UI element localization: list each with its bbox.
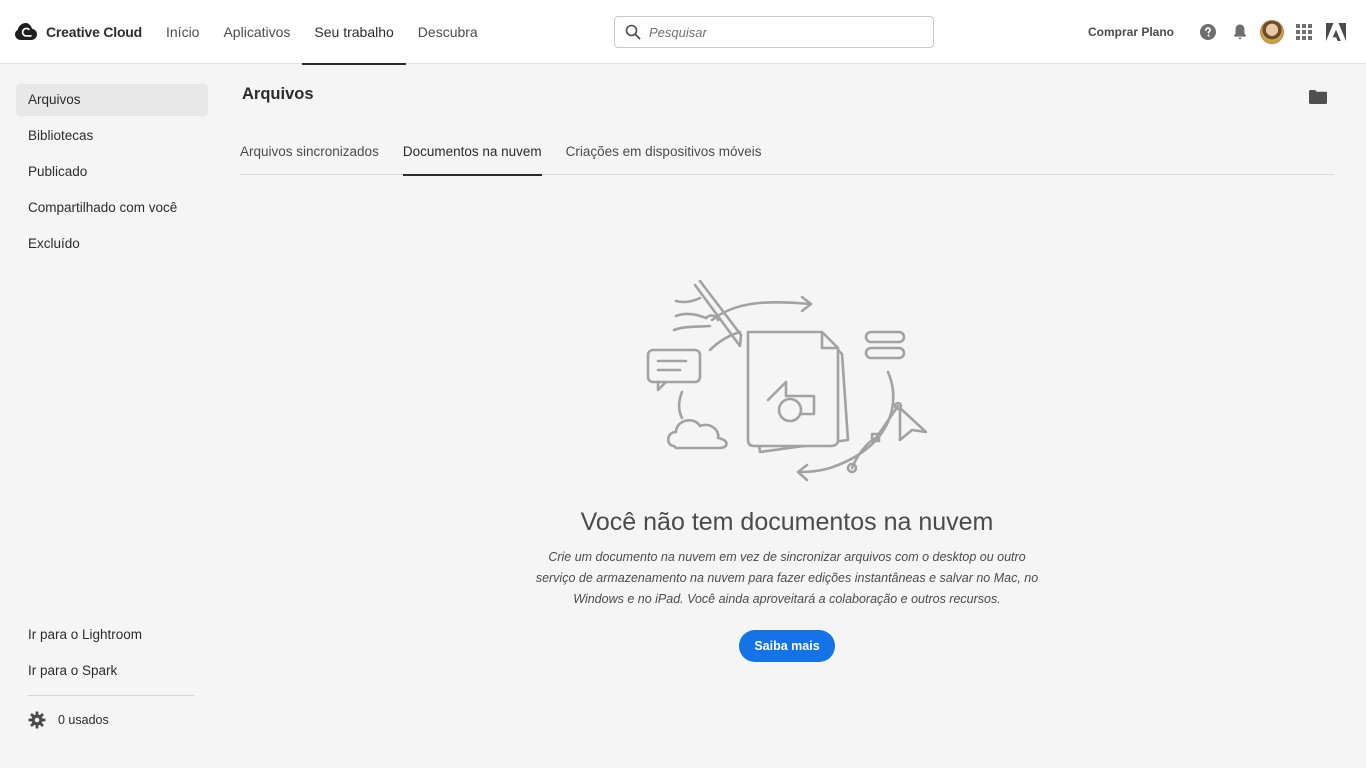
page-title: Arquivos xyxy=(242,85,314,103)
file-tabs: Arquivos sincronizados Documentos na nuv… xyxy=(240,128,1334,176)
buy-plan-link[interactable]: Comprar Plano xyxy=(1088,25,1174,39)
gear-icon[interactable] xyxy=(28,711,46,729)
adobe-button[interactable] xyxy=(1320,16,1352,48)
adobe-logo-icon xyxy=(1326,23,1346,41)
main-nav: Início Aplicativos Seu trabalho Descubra xyxy=(154,0,490,65)
storage-usage: 0 usados xyxy=(28,711,109,729)
sidebar-item-excluido[interactable]: Excluído xyxy=(16,228,208,260)
tab-documentos-na-nuvem[interactable]: Documentos na nuvem xyxy=(402,128,542,176)
sidebar: Arquivos Bibliotecas Publicado Compartil… xyxy=(0,64,224,768)
cloud-documents-illustration xyxy=(646,280,928,482)
apps-switcher-button[interactable] xyxy=(1288,16,1320,48)
empty-state-description: Crie um documento na nuvem em vez de sin… xyxy=(535,550,1039,606)
lightroom-link[interactable]: Ir para o Lightroom xyxy=(16,619,208,651)
tab-criacoes-dispositivos-moveis[interactable]: Criações em dispositivos móveis xyxy=(566,128,762,175)
top-bar: Creative Cloud Início Aplicativos Seu tr… xyxy=(0,0,1366,65)
sidebar-item-bibliotecas[interactable]: Bibliotecas xyxy=(16,120,208,152)
folder-icon xyxy=(1309,90,1327,104)
search-input[interactable] xyxy=(649,24,909,40)
notifications-button[interactable] xyxy=(1224,16,1256,48)
help-icon xyxy=(1200,24,1216,40)
apps-grid-icon xyxy=(1296,24,1312,40)
nav-inicio[interactable]: Início xyxy=(154,0,211,64)
sidebar-item-arquivos[interactable]: Arquivos xyxy=(16,84,208,116)
search-box[interactable] xyxy=(614,16,934,48)
spark-link[interactable]: Ir para o Spark xyxy=(16,655,208,687)
header-tools: Comprar Plano xyxy=(1088,0,1366,64)
nav-descubra[interactable]: Descubra xyxy=(406,0,490,64)
nav-seu-trabalho[interactable]: Seu trabalho xyxy=(302,0,407,65)
avatar xyxy=(1260,20,1284,44)
empty-state-title: Você não tem documentos na nuvem xyxy=(580,508,994,536)
bell-icon xyxy=(1234,24,1246,40)
sidebar-item-compartilhado[interactable]: Compartilhado com você xyxy=(16,192,208,224)
sidebar-divider xyxy=(28,695,194,696)
tab-arquivos-sincronizados[interactable]: Arquivos sincronizados xyxy=(240,128,379,175)
nav-aplicativos[interactable]: Aplicativos xyxy=(211,0,302,64)
new-folder-button[interactable] xyxy=(1306,86,1330,108)
learn-more-button[interactable]: Saiba mais xyxy=(739,630,835,662)
brand-name: Creative Cloud xyxy=(46,24,142,40)
sidebar-item-publicado[interactable]: Publicado xyxy=(16,156,208,188)
creative-cloud-home-link[interactable]: Creative Cloud xyxy=(14,20,142,44)
usage-text: 0 usados xyxy=(58,713,109,727)
profile-button[interactable] xyxy=(1256,16,1288,48)
search-icon xyxy=(625,24,641,40)
help-button[interactable] xyxy=(1192,16,1224,48)
creative-cloud-logo-icon xyxy=(15,23,37,40)
